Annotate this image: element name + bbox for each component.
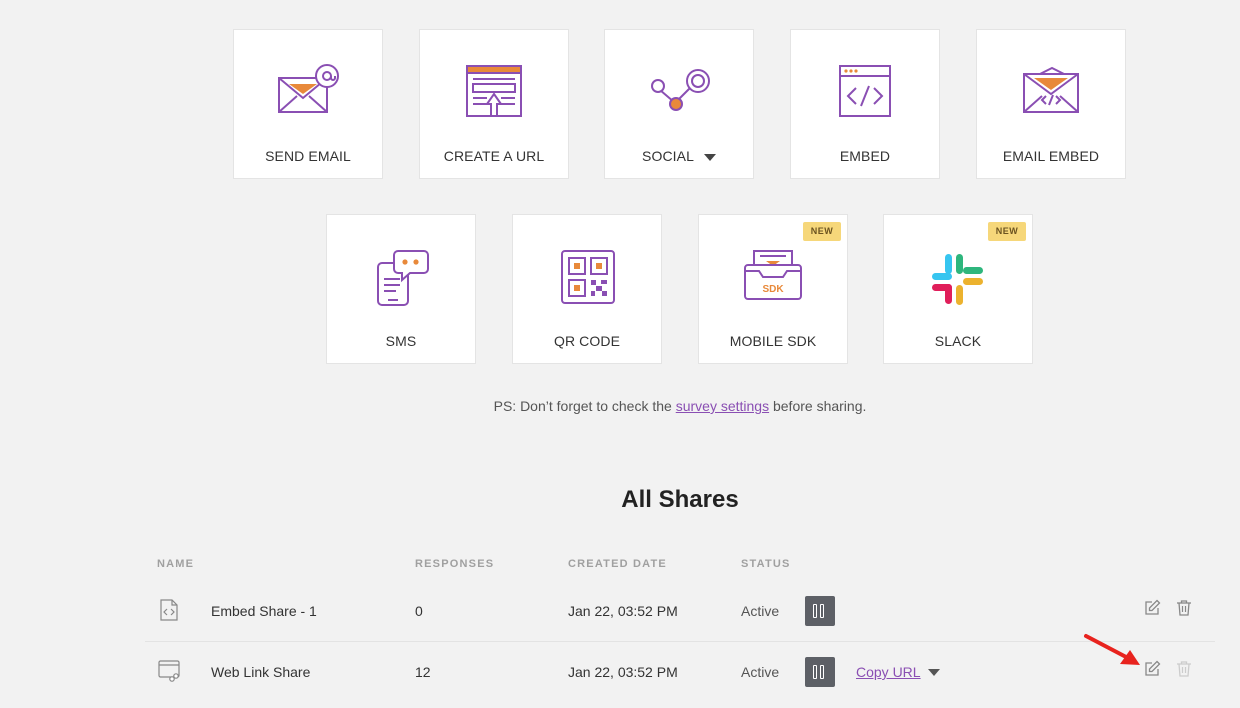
share-name: Web Link Share [211, 664, 311, 680]
share-option-slack[interactable]: NEW SLACK [883, 214, 1033, 364]
column-header-name: NAME [157, 558, 195, 570]
trash-icon[interactable] [1175, 599, 1193, 617]
web-link-icon [158, 660, 180, 682]
share-option-label: EMAIL EMBED [1002, 148, 1100, 164]
share-option-embed[interactable]: EMBED [790, 29, 940, 179]
send-email-icon [278, 64, 339, 113]
mobile-sdk-icon: SDK [744, 250, 802, 300]
column-header-responses: RESPONSES [415, 558, 495, 570]
share-created-date: Jan 22, 03:52 PM [568, 603, 678, 619]
chevron-down-icon[interactable] [703, 153, 716, 161]
new-badge: NEW [803, 222, 841, 241]
sdk-icon-text: SDK [762, 284, 784, 295]
share-option-label: MOBILE SDK [729, 333, 817, 349]
share-option-mobile-sdk[interactable]: NEW SDK MOBILE SDK [698, 214, 848, 364]
edit-icon[interactable] [1143, 599, 1161, 617]
share-status: Active [741, 603, 780, 619]
all-shares-title: All Shares [621, 486, 739, 513]
ps-note: PS: Don’t forget to check the survey set… [493, 398, 867, 414]
share-option-label: SMS [385, 333, 417, 349]
share-responses: 0 [415, 603, 423, 619]
qr-code-icon [561, 250, 615, 304]
annotation-arrow-icon [1084, 634, 1140, 665]
share-option-label: EMBED [839, 148, 891, 164]
social-icon [651, 69, 710, 111]
email-embed-icon [1023, 66, 1079, 113]
share-option-label: SOCIAL [605, 148, 753, 164]
chevron-down-icon[interactable] [928, 669, 940, 676]
pause-button[interactable] [805, 596, 835, 626]
share-option-label: QR CODE [553, 333, 621, 349]
pause-button[interactable] [805, 657, 835, 687]
share-option-email-embed[interactable]: EMAIL EMBED [976, 29, 1126, 179]
share-option-label: CREATE A URL [443, 148, 545, 164]
edit-icon[interactable] [1143, 660, 1161, 678]
share-created-date: Jan 22, 03:52 PM [568, 664, 678, 680]
share-option-social[interactable]: SOCIAL [604, 29, 754, 179]
column-header-created-date: CREATED DATE [568, 558, 667, 570]
new-badge: NEW [988, 222, 1026, 241]
share-responses: 12 [415, 664, 431, 680]
row-divider [145, 641, 1215, 642]
copy-url-link[interactable]: Copy URL [856, 664, 921, 680]
sms-icon [377, 250, 429, 306]
column-header-status: STATUS [741, 558, 791, 570]
share-option-label: SLACK [934, 333, 982, 349]
survey-settings-link[interactable]: survey settings [676, 398, 769, 414]
embed-file-icon [160, 599, 178, 621]
share-option-label: SEND EMAIL [265, 148, 351, 164]
share-option-send-email[interactable]: SEND EMAIL [233, 29, 383, 179]
slack-icon [932, 254, 983, 305]
trash-icon[interactable] [1175, 660, 1193, 678]
share-option-qr-code[interactable]: QR CODE [512, 214, 662, 364]
share-status: Active [741, 664, 780, 680]
create-url-icon [466, 65, 522, 117]
embed-icon [839, 65, 891, 117]
share-option-sms[interactable]: SMS [326, 214, 476, 364]
share-name: Embed Share - 1 [211, 603, 317, 619]
share-option-create-url[interactable]: CREATE A URL [419, 29, 569, 179]
